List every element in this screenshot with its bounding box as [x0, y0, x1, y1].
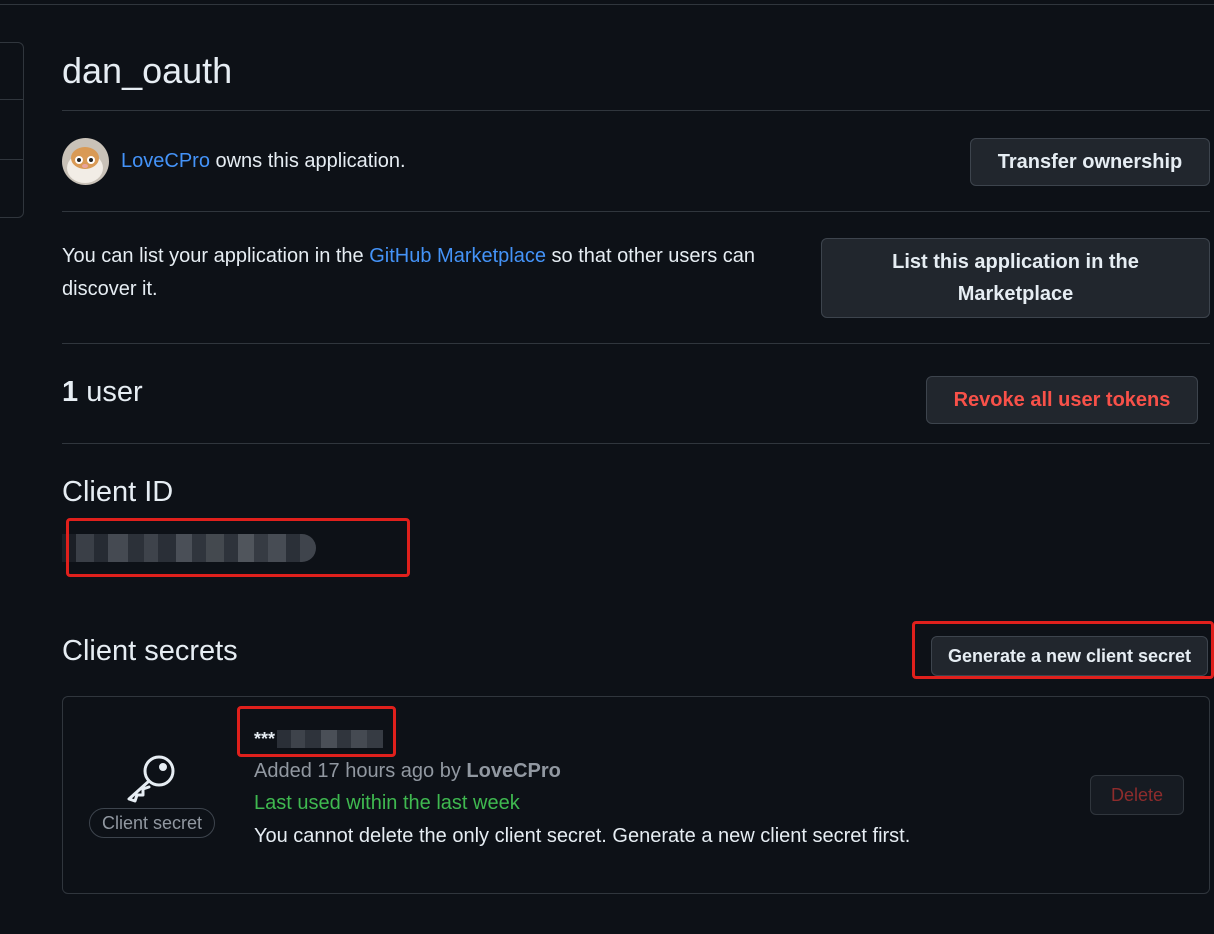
secret-delete-note: You cannot delete the only client secret…: [254, 825, 911, 847]
divider: [62, 343, 1210, 344]
list-marketplace-button[interactable]: List this application in the Marketplace: [821, 238, 1210, 318]
secret-added-by[interactable]: LoveCPro: [466, 760, 560, 782]
owner-row: LoveCPro owns this application.: [62, 137, 406, 185]
transfer-ownership-button[interactable]: Transfer ownership: [970, 138, 1210, 186]
delete-secret-button[interactable]: Delete: [1090, 775, 1184, 815]
client-secret-card: [62, 696, 1210, 894]
secret-added-info: Added 17 hours ago by LoveCPro: [254, 760, 561, 783]
user-count: 1 user: [62, 376, 143, 409]
avatar[interactable]: [62, 137, 109, 185]
sidebar-divider: [0, 159, 23, 160]
revoke-tokens-button[interactable]: Revoke all user tokens: [926, 376, 1198, 424]
client-secrets-heading: Client secrets: [62, 635, 238, 667]
divider: [62, 443, 1210, 444]
sidebar-divider: [0, 99, 23, 100]
user-count-number: 1: [62, 376, 79, 408]
secret-last-used: Last used within the last week: [254, 792, 520, 814]
marketplace-text-before: You can list your application in the: [62, 245, 370, 267]
secret-added-text: Added 17 hours ago by: [254, 760, 467, 782]
client-secret-badge: Client secret: [89, 808, 215, 838]
marketplace-link[interactable]: GitHub Marketplace: [369, 245, 546, 267]
annotation-box-secret: [237, 706, 396, 757]
divider: [62, 110, 1210, 111]
key-icon: [125, 753, 179, 808]
user-count-label: user: [78, 376, 143, 408]
owner-text: LoveCPro owns this application.: [121, 150, 406, 173]
owner-suffix: owns this application.: [209, 149, 406, 172]
top-divider: [0, 4, 1214, 5]
settings-sidebar: [0, 42, 24, 218]
annotation-box-generate: [912, 621, 1214, 679]
client-id-heading: Client ID: [62, 476, 174, 508]
page-title: dan_oauth: [62, 50, 233, 91]
annotation-box-client-id: [66, 518, 410, 577]
marketplace-description: You can list your application in the Git…: [62, 240, 822, 306]
divider: [62, 211, 1210, 212]
owner-link[interactable]: LoveCPro: [121, 150, 210, 172]
